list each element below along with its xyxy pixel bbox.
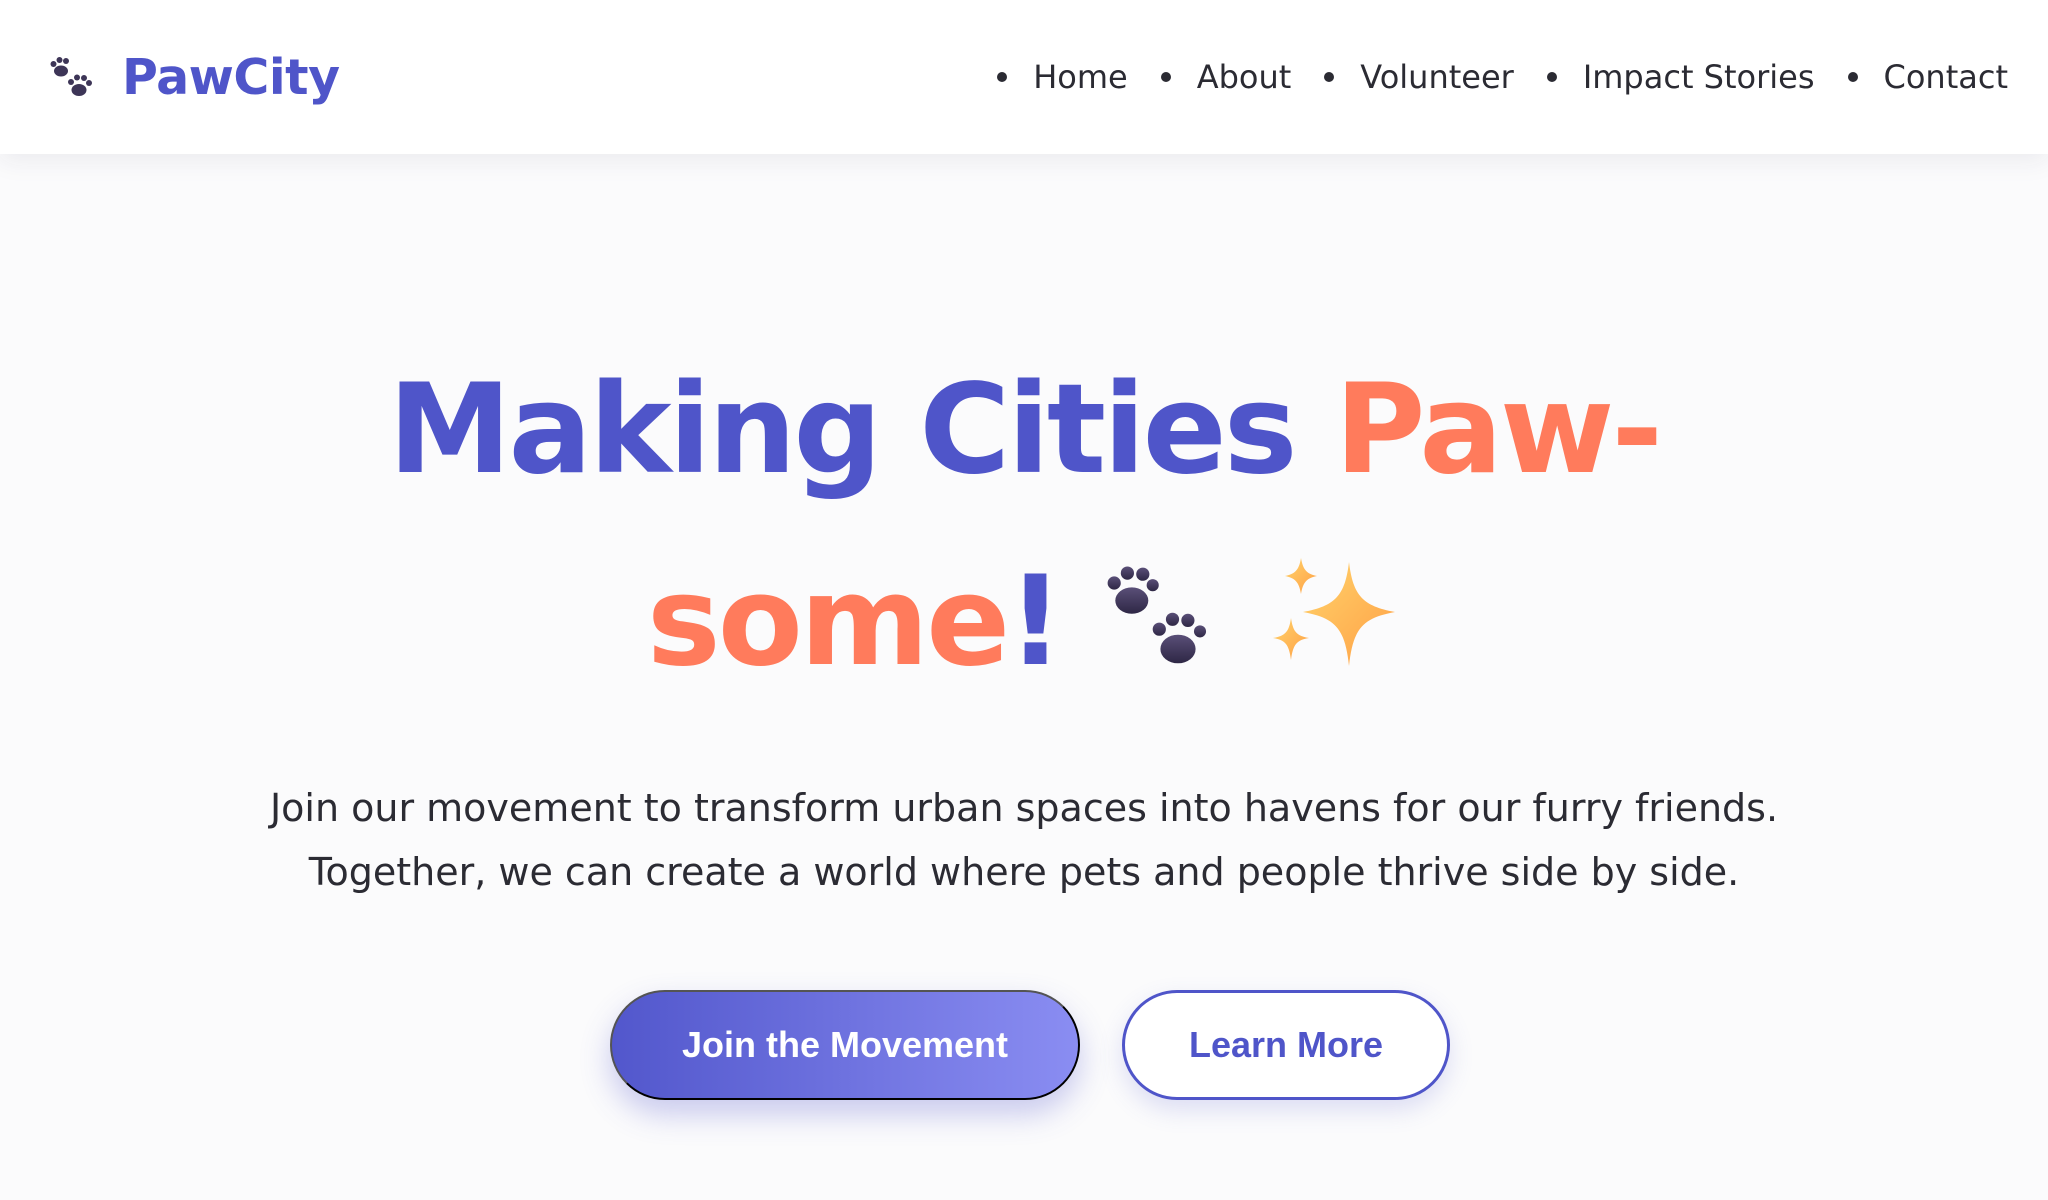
nav-item-home[interactable]: Home xyxy=(997,58,1128,96)
nav-item-about[interactable]: About xyxy=(1160,58,1292,96)
bullet-icon xyxy=(1160,72,1171,82)
paw-prints-icon xyxy=(46,52,96,102)
hero-subtitle-line2: Together, we can create a world where pe… xyxy=(308,850,1740,894)
nav-label: Contact xyxy=(1883,58,2009,96)
hero-title: Making Cities Paw-some! xyxy=(344,334,1704,718)
brand-logo-link[interactable]: PawCity xyxy=(46,49,340,106)
nav-label: Volunteer xyxy=(1360,58,1514,96)
bullet-icon xyxy=(1546,72,1557,82)
hero-subtitle-line1: Join our movement to transform urban spa… xyxy=(269,786,1779,830)
hero-title-exclamation: ! xyxy=(1007,550,1064,694)
bullet-icon xyxy=(1847,72,1858,82)
top-navbar: PawCity Home About Volunteer Impact Stor… xyxy=(0,0,2048,154)
sparkles-icon xyxy=(1271,556,1401,676)
nav-label: About xyxy=(1196,58,1292,96)
nav-label: Impact Stories xyxy=(1582,58,1815,96)
bullet-icon xyxy=(997,72,1008,82)
brand-name: PawCity xyxy=(122,48,340,106)
learn-more-button[interactable]: Learn More xyxy=(1122,990,1450,1100)
hero-section: Making Cities Paw-some! Join our movemen… xyxy=(0,154,2048,1200)
join-movement-button[interactable]: Join the Movement xyxy=(610,990,1080,1100)
bullet-icon xyxy=(1324,72,1335,82)
paw-prints-icon xyxy=(1101,561,1211,671)
hero-title-part1: Making Cities xyxy=(388,358,1335,502)
nav-item-impact-stories[interactable]: Impact Stories xyxy=(1546,58,1815,96)
nav-item-contact[interactable]: Contact xyxy=(1847,58,2009,96)
hero-subtitle: Join our movement to transform urban spa… xyxy=(244,776,1804,904)
nav-item-volunteer[interactable]: Volunteer xyxy=(1324,58,1514,96)
nav-label: Home xyxy=(1033,58,1128,96)
cta-buttons: Join the Movement Learn More xyxy=(598,990,1450,1100)
main-nav: Home About Volunteer Impact Stories Cont… xyxy=(997,58,2008,96)
